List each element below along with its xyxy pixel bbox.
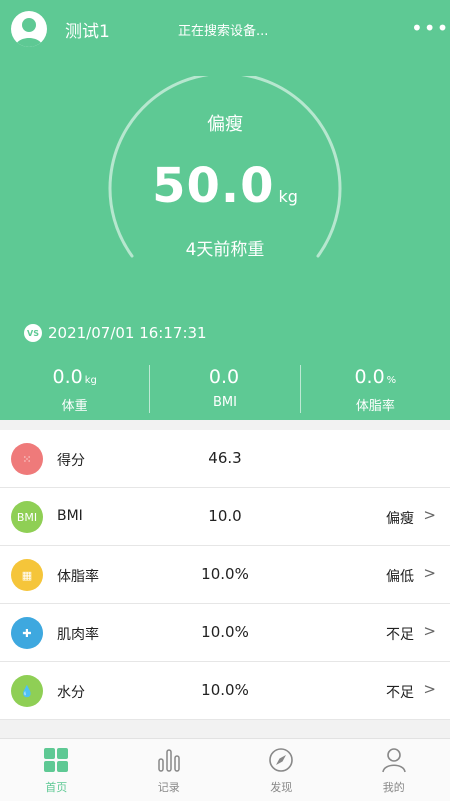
metric-row[interactable]: ⁙ 得分 46.3 <box>0 430 450 488</box>
metric-name: BMI <box>57 508 83 524</box>
metric-level: 偏低 <box>386 566 414 586</box>
metric-value: 10.0% <box>175 565 275 583</box>
chevron-right-icon: > <box>423 680 436 698</box>
tab-discover[interactable]: 发现 <box>225 739 338 801</box>
stat-label: 体脂率 <box>301 395 450 414</box>
stat-value: 0.0 <box>52 366 82 388</box>
stat-value: 0.0 <box>209 366 239 388</box>
metric-level: 不足 <box>386 624 414 644</box>
metric-row[interactable]: ✚ 肌肉率 10.0% 不足 > <box>0 604 450 662</box>
chevron-right-icon: > <box>423 506 436 524</box>
bottom-tab-bar: 首页 记录 发现 我的 <box>0 738 450 801</box>
metric-value: 10.0% <box>175 623 275 641</box>
metric-name: 体脂率 <box>57 566 99 586</box>
stat-value: 0.0 <box>354 366 384 388</box>
weighed-ago: 4天前称重 <box>0 235 450 260</box>
chevron-right-icon: > <box>423 622 436 640</box>
weight-unit: kg <box>279 187 298 206</box>
header-panel: 测试1 正在搜索设备... ••• 偏瘦 50.0 kg 4天前称重 VS 202… <box>0 0 450 420</box>
username[interactable]: 测试1 <box>65 17 110 42</box>
stat-label: 体重 <box>0 395 149 414</box>
score-icon: ⁙ <box>11 443 43 475</box>
compare-row[interactable]: VS 2021/07/01 16:17:31 <box>24 324 207 342</box>
person-icon <box>381 747 407 773</box>
chevron-right-icon: > <box>423 564 436 582</box>
tab-mine[interactable]: 我的 <box>338 739 450 801</box>
tab-label: 我的 <box>338 779 450 795</box>
metric-name: 水分 <box>57 682 85 702</box>
stat-unit: kg <box>85 375 97 386</box>
stat-body-fat: 0.0% 体脂率 <box>300 365 450 413</box>
timestamp: 2021/07/01 16:17:31 <box>48 324 207 342</box>
stat-unit: % <box>387 375 397 386</box>
chart-icon <box>156 747 182 773</box>
compass-icon <box>268 747 294 773</box>
metric-row[interactable]: 💧 水分 10.0% 不足 > <box>0 662 450 720</box>
metric-level: 偏瘦 <box>386 508 414 528</box>
metric-value: 10.0% <box>175 681 275 699</box>
weight-value: 50.0 <box>152 158 274 214</box>
person-icon <box>11 11 47 47</box>
tab-label: 记录 <box>113 779 226 795</box>
tab-label: 首页 <box>0 779 113 795</box>
tab-label: 发现 <box>225 779 338 795</box>
vs-icon: VS <box>24 324 42 342</box>
avatar[interactable] <box>11 11 47 47</box>
bmi-icon: BMI <box>11 501 43 533</box>
home-icon <box>43 747 69 773</box>
stat-weight: 0.0kg 体重 <box>0 365 149 413</box>
stat-label: BMI <box>150 395 299 410</box>
metric-level: 不足 <box>386 682 414 702</box>
stats-row: 0.0kg 体重 0.0 BMI 0.0% 体脂率 <box>0 365 450 413</box>
stat-bmi: 0.0 BMI <box>149 365 299 413</box>
body-fat-icon: ▦ <box>11 559 43 591</box>
body-status: 偏瘦 <box>0 110 450 136</box>
more-button[interactable]: ••• <box>411 20 449 36</box>
metric-value: 10.0 <box>175 507 275 525</box>
metric-row[interactable]: ▦ 体脂率 10.0% 偏低 > <box>0 546 450 604</box>
device-search-status: 正在搜索设备... <box>178 20 268 39</box>
water-icon: 💧 <box>11 675 43 707</box>
tab-records[interactable]: 记录 <box>113 739 226 801</box>
muscle-icon: ✚ <box>11 617 43 649</box>
metric-list: ⁙ 得分 46.3 BMI BMI 10.0 偏瘦 > ▦ 体脂率 10.0% 偏低 > ✚ 肌肉率 10.0… <box>0 430 450 720</box>
metric-name: 得分 <box>57 450 85 470</box>
weight-readout: 50.0 kg <box>0 158 450 214</box>
metric-row[interactable]: BMI BMI 10.0 偏瘦 > <box>0 488 450 546</box>
metric-value: 46.3 <box>175 449 275 467</box>
metric-name: 肌肉率 <box>57 624 99 644</box>
top-bar: 测试1 正在搜索设备... ••• <box>0 0 450 58</box>
tab-home[interactable]: 首页 <box>0 739 113 801</box>
